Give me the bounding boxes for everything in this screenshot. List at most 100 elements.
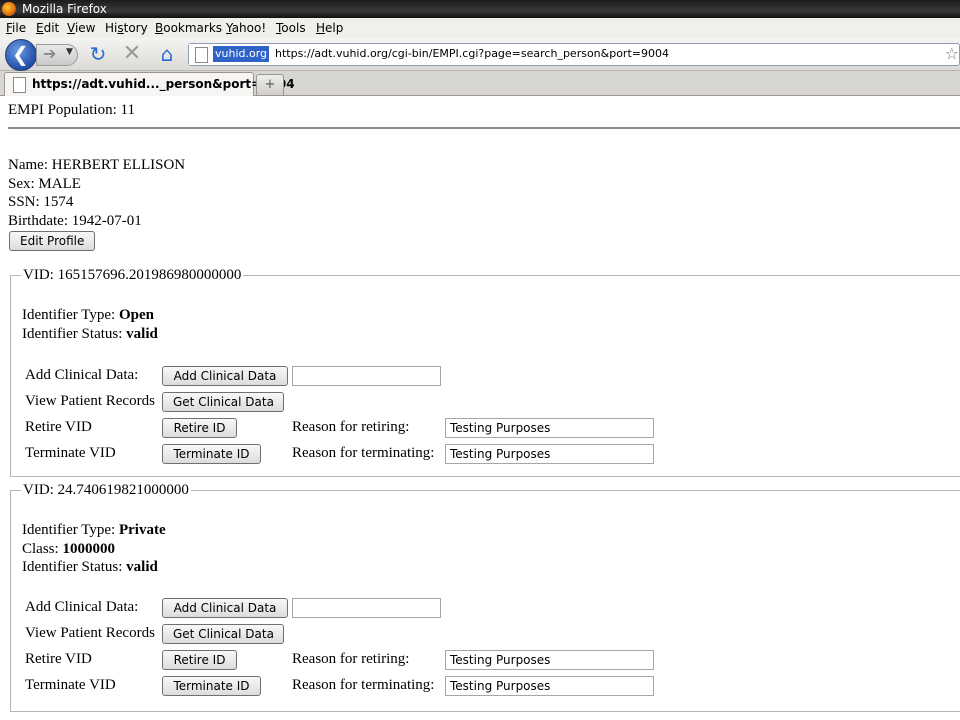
tab-active[interactable]: https://adt.vuhid..._person&port=9004 <box>4 72 295 96</box>
person-ssn: SSN: 1574 <box>8 194 74 210</box>
terminate-id-button[interactable]: Terminate ID <box>162 676 261 696</box>
new-tab-button[interactable]: + <box>256 74 284 96</box>
identifier-type-value: Private <box>118 522 166 538</box>
menu-yahoo[interactable]: Yahoo! <box>226 21 266 35</box>
reason-terminating-label: Reason for terminating: <box>292 677 435 693</box>
menu-file[interactable]: File <box>6 21 26 35</box>
edit-profile-button[interactable]: Edit Profile <box>9 231 95 251</box>
plus-icon: + <box>264 77 276 92</box>
window-title-bar: Mozilla Firefox <box>0 0 960 18</box>
tab-page-icon <box>13 77 26 93</box>
menu-file-label: ile <box>12 21 27 35</box>
vid-legend: VID: 165157696.201986980000000 <box>23 267 242 283</box>
reason-retiring-label: Reason for retiring: <box>292 651 410 667</box>
identifier-status-label: Identifier Status: <box>22 325 127 342</box>
terminate-vid-label: Terminate VID <box>25 677 116 693</box>
tab-strip: https://adt.vuhid..._person&port=9004 + <box>0 71 960 96</box>
back-arrow-icon: ❮ <box>12 42 29 66</box>
identifier-status-row: Identifier Status: valid <box>22 558 166 577</box>
menu-history-label: tory <box>123 21 148 35</box>
menu-view[interactable]: View <box>67 21 95 35</box>
menu-view-label: iew <box>74 21 96 35</box>
get-clinical-data-button[interactable]: Get Clinical Data <box>162 624 284 644</box>
menu-yahoo-label: ahoo! <box>231 21 267 35</box>
window-title: Mozilla Firefox <box>22 2 107 16</box>
terminate-id-button[interactable]: Terminate ID <box>162 444 261 464</box>
back-button[interactable]: ❮ <box>5 39 37 71</box>
identifier-type-row: Identifier Type: Open <box>22 306 158 325</box>
clinical-data-input[interactable] <box>292 366 441 386</box>
menu-help[interactable]: Help <box>316 21 343 35</box>
menu-help-label: elp <box>325 21 344 35</box>
get-clinical-data-button[interactable]: Get Clinical Data <box>162 392 284 412</box>
view-patient-records-label: View Patient Records <box>25 393 155 409</box>
retire-id-button[interactable]: Retire ID <box>162 650 237 670</box>
menu-history-prefix: Hi <box>105 21 118 35</box>
menu-bookmarks-accesskey: B <box>155 21 164 35</box>
vid-legend: VID: 24.740619821000000 <box>23 482 189 498</box>
identifier-status-value: valid <box>126 559 158 575</box>
identifier-type-value: Open <box>118 307 154 323</box>
identifier-type-label: Identifier Type: <box>22 307 119 323</box>
history-dropdown-icon[interactable]: ▼ <box>66 47 73 57</box>
identifier-status-label: Identifier Status: <box>22 559 127 575</box>
page-icon <box>195 47 208 63</box>
person-sex: Sex: MALE <box>8 175 81 192</box>
site-host: vuhid.org <box>213 46 270 62</box>
vid-identifier-info: Identifier Type: Private Class: 1000000 … <box>22 521 166 577</box>
reason-terminating-label: Reason for terminating: <box>292 445 435 461</box>
reason-retiring-input[interactable] <box>445 650 654 670</box>
navigation-toolbar: ❮ ➔ ▼ ↻ ✕ ⌂ vuhid.org https://adt.vuhid.… <box>0 38 960 71</box>
divider <box>8 127 960 129</box>
menu-bookmarks-label: ookmarks <box>163 21 223 35</box>
add-clinical-data-label: Add Clinical Data: <box>25 367 139 383</box>
class-label: Class: <box>22 540 63 557</box>
add-clinical-data-label: Add Clinical Data: <box>25 599 139 615</box>
identifier-status-row: Identifier Status: valid <box>22 325 158 344</box>
menu-bookmarks[interactable]: Bookmarks <box>155 21 222 35</box>
menu-edit[interactable]: Edit <box>36 21 59 35</box>
menu-edit-label: dit <box>43 21 60 35</box>
empi-population: EMPI Population: 11 <box>8 102 135 118</box>
person-name: Name: HERBERT ELLISON <box>8 157 186 173</box>
menu-edit-accesskey: E <box>36 21 44 35</box>
stop-icon[interactable]: ✕ <box>120 42 144 66</box>
bookmark-star-icon[interactable]: ☆ <box>945 44 959 63</box>
retire-vid-label: Retire VID <box>25 651 92 667</box>
url-text[interactable]: https://adt.vuhid.org/cgi-bin/EMPI.cgi?p… <box>275 47 669 60</box>
menu-bar: File Edit View History Bookmarks Yahoo! … <box>0 18 960 38</box>
menu-tools[interactable]: Tools <box>276 21 306 35</box>
reason-terminating-input[interactable] <box>445 444 654 464</box>
terminate-vid-label: Terminate VID <box>25 445 116 461</box>
site-identity-button[interactable]: vuhid.org <box>189 44 270 65</box>
menu-tools-label: ools <box>281 21 306 35</box>
retire-id-button[interactable]: Retire ID <box>162 418 237 438</box>
reload-icon[interactable]: ↻ <box>86 42 110 66</box>
add-clinical-data-button[interactable]: Add Clinical Data <box>162 366 288 386</box>
firefox-logo-icon <box>2 2 16 16</box>
identifier-status-value: valid <box>126 325 158 342</box>
menu-view-accesskey: V <box>67 21 75 35</box>
person-birthdate: Birthdate: 1942-07-01 <box>8 212 142 229</box>
reason-retiring-input[interactable] <box>445 418 654 438</box>
home-icon[interactable]: ⌂ <box>155 42 179 66</box>
vid-panel-2: VID: 24.740619821000000 Identifier Type:… <box>10 482 960 712</box>
page-content: EMPI Population: 11 Name: HERBERT ELLISO… <box>0 96 960 720</box>
add-clinical-data-button[interactable]: Add Clinical Data <box>162 598 288 618</box>
menu-help-accesskey: H <box>316 21 326 35</box>
forward-button[interactable]: ➔ ▼ <box>36 44 78 66</box>
retire-vid-label: Retire VID <box>25 419 92 435</box>
class-row: Class: 1000000 <box>22 540 166 559</box>
vid-panel-1: VID: 165157696.201986980000000 Identifie… <box>10 267 960 477</box>
identifier-type-label: Identifier Type: <box>22 522 119 538</box>
vid-identifier-info: Identifier Type: Open Identifier Status:… <box>22 306 158 343</box>
identifier-type-row: Identifier Type: Private <box>22 521 166 540</box>
menu-history[interactable]: History <box>105 21 148 35</box>
reason-retiring-label: Reason for retiring: <box>292 419 410 435</box>
forward-arrow-icon: ➔ <box>43 44 57 63</box>
reason-terminating-input[interactable] <box>445 676 654 696</box>
url-bar[interactable]: vuhid.org https://adt.vuhid.org/cgi-bin/… <box>188 43 960 66</box>
class-value: 1000000 <box>62 540 115 557</box>
clinical-data-input[interactable] <box>292 598 441 618</box>
person-details: Name: HERBERT ELLISON Sex: MALE SSN: 157… <box>8 156 185 230</box>
